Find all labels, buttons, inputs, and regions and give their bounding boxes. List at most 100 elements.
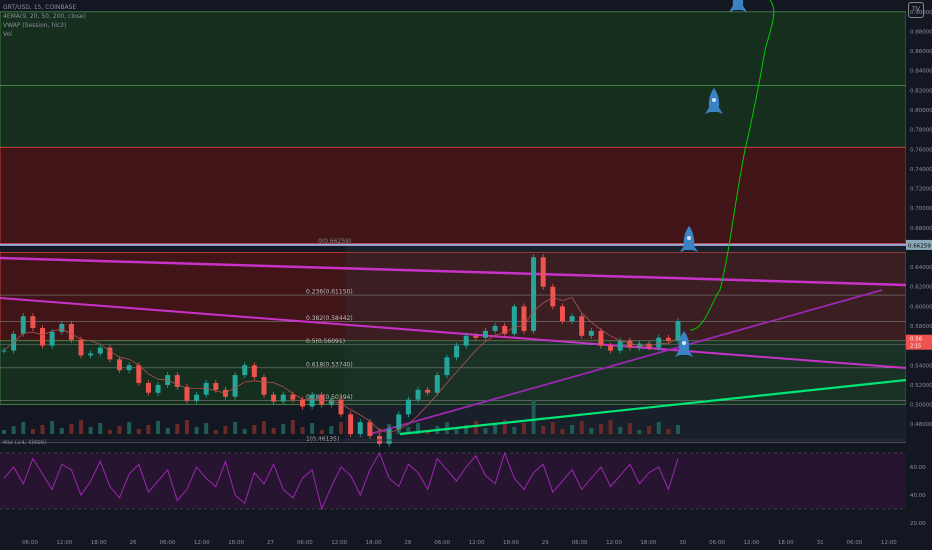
time-tick-6: 18:00	[228, 540, 244, 546]
time-tick-0: 06:00	[22, 540, 38, 546]
candle-body	[299, 399, 305, 407]
candle-body	[232, 375, 238, 397]
volume-bar	[521, 423, 526, 434]
volume-bar	[242, 429, 247, 434]
volume-bar	[627, 423, 632, 434]
candle-body	[492, 326, 498, 331]
volume-bar	[647, 426, 652, 434]
volume-bar	[88, 427, 93, 434]
fib-label-1: 0.236(0.61150)	[306, 289, 353, 296]
price-tick-8: 0.74000	[910, 167, 932, 173]
fib-label-3: 0.5(0.56091)	[306, 338, 345, 345]
fib-top-label: 0(0.66259)	[318, 238, 351, 245]
zone-1	[0, 85, 907, 148]
candle-body	[155, 384, 161, 393]
zone-0	[0, 11, 907, 86]
candle-body	[617, 340, 623, 351]
vwap-legend[interactable]: VWAP (Session, hlc3)	[3, 21, 86, 30]
time-tick-19: 30	[679, 540, 686, 546]
price-tick-20: 0.50000	[910, 403, 932, 409]
volume-bar	[50, 421, 55, 434]
volume-bar	[598, 424, 603, 434]
candle-body	[49, 331, 55, 346]
time-axis: 06:00 12:00 18:00 26 06:00 12:00 18:00 27 06:00 1…	[0, 534, 932, 550]
time-tick-18: 18:00	[640, 540, 656, 546]
volume-bar	[560, 429, 565, 434]
volume-bar	[512, 427, 517, 434]
ema-legend[interactable]: 4EMA(9, 20, 50, 200, close)	[3, 12, 86, 21]
rocket-icon-3	[732, 0, 744, 10]
volume-bar	[339, 422, 343, 434]
zone-2	[0, 146, 907, 244]
fib-label-2: 0.382(0.58442)	[306, 315, 353, 322]
price-tick-5: 0.80000	[910, 108, 932, 114]
volume-bar	[223, 426, 228, 434]
volume-bar	[666, 429, 671, 434]
volume-bar	[2, 430, 6, 434]
volume-bar	[252, 425, 257, 434]
volume-bar	[165, 428, 170, 434]
rsi-tick-1: 40.00	[910, 493, 926, 499]
time-tick-14: 18:00	[503, 540, 519, 546]
price-tick-14: 0.62000	[910, 285, 932, 291]
candle-body	[1, 350, 7, 352]
volume-bar	[300, 427, 305, 434]
time-tick-15: 29	[542, 540, 549, 546]
time-tick-7: 27	[267, 540, 274, 546]
price-tick-10: 0.70000	[910, 206, 932, 212]
volume-bar	[69, 424, 74, 434]
volume-bar	[156, 421, 161, 434]
time-tick-5: 12:00	[194, 540, 210, 546]
price-tick-19: 0.52000	[910, 383, 932, 389]
time-tick-11: 28	[404, 540, 411, 546]
price-tick-7: 0.76000	[910, 147, 932, 153]
volume-bar	[184, 420, 189, 434]
candle-body	[194, 394, 200, 401]
volume-bar	[637, 430, 642, 434]
volume-bar	[40, 425, 45, 434]
candle-body	[357, 422, 363, 434]
time-tick-24: 06:00	[847, 540, 863, 546]
price-tick-13: 0.64000	[910, 265, 932, 271]
price-tick-18: 0.54000	[910, 363, 932, 369]
last-price-countdown: 2:15	[910, 344, 921, 350]
price-tick-15: 0.60000	[910, 304, 932, 310]
price-tick-9: 0.72000	[910, 187, 932, 193]
volume-bar	[319, 430, 324, 434]
volume-bar	[59, 428, 64, 434]
volume-bar	[290, 420, 295, 434]
time-tick-23: 31	[817, 540, 824, 546]
candle-body	[463, 335, 469, 346]
volume-bar	[271, 428, 276, 434]
volume-bar	[194, 427, 199, 434]
candle-body	[531, 257, 537, 331]
volume-bar	[281, 424, 286, 434]
candle-body	[328, 399, 334, 405]
candle-body	[482, 330, 488, 338]
volume-bar	[550, 422, 555, 434]
volume-bar	[127, 422, 132, 434]
candle-body	[280, 394, 286, 402]
volume-bar	[531, 400, 536, 434]
trading-chart[interactable]: 0(0.66259) 0.236(0.61150) 0.382(0.58442) 0.…	[0, 0, 932, 550]
candle-body	[309, 394, 315, 407]
volume-bar	[473, 421, 478, 434]
candle-body	[242, 365, 248, 376]
candle-body	[59, 324, 65, 332]
candle-body	[386, 429, 392, 444]
volume-bar	[656, 422, 661, 434]
candle-body	[78, 339, 84, 356]
candle-body	[675, 321, 681, 341]
candle-body	[68, 324, 74, 340]
symbol-title[interactable]: GRT/USD, 15, COINBASE	[3, 3, 86, 12]
volume-bar	[329, 426, 334, 434]
volume-bar	[454, 429, 459, 434]
candle-body	[665, 337, 671, 341]
vol-legend[interactable]: Vol	[3, 30, 86, 39]
volume-bar	[579, 421, 584, 434]
price-tick-3: 0.84000	[910, 69, 932, 75]
candle-body	[540, 257, 546, 287]
tradingview-logo-icon: TV	[908, 2, 924, 18]
volume-bar	[107, 430, 112, 434]
volume-bar	[136, 429, 141, 434]
